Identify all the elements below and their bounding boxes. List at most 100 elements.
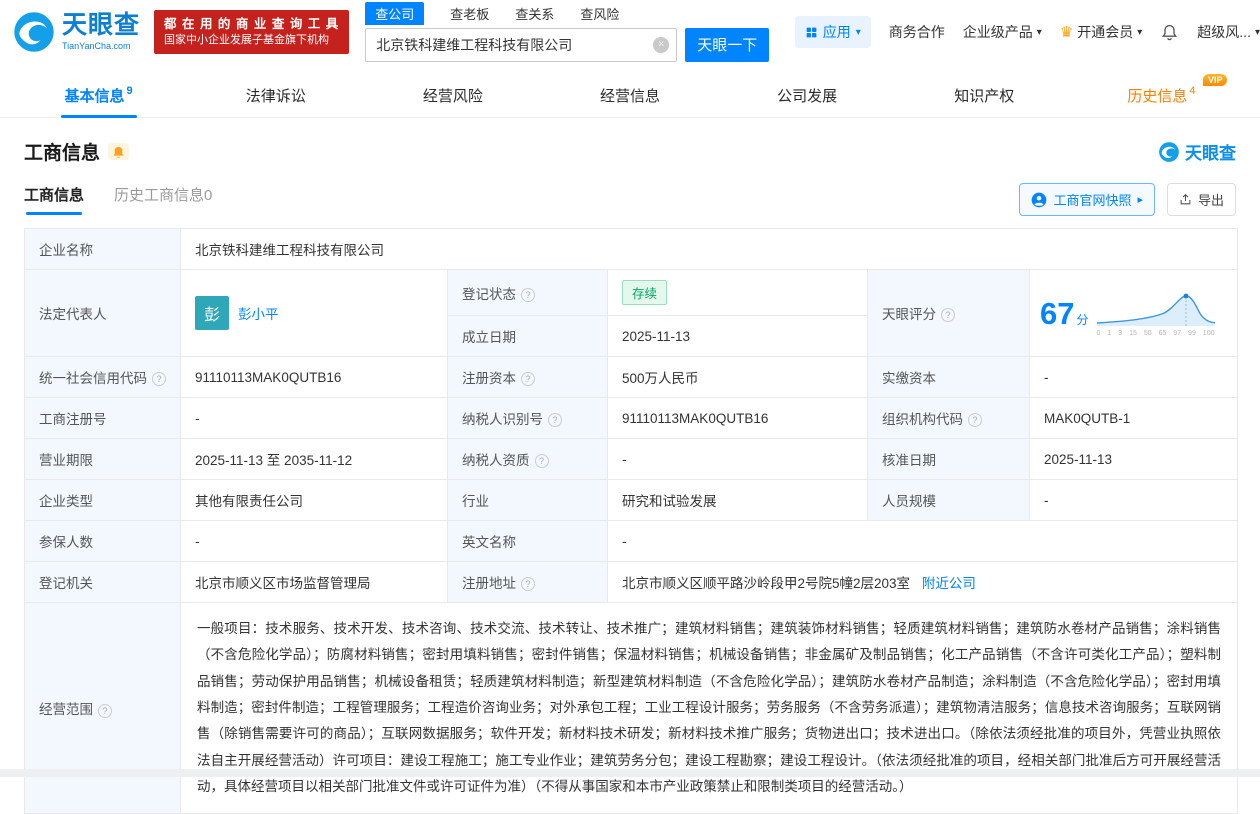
tab-count-badge: 9 <box>126 85 133 97</box>
help-icon[interactable]: ? <box>152 372 166 387</box>
label-score: 天眼评分 <box>882 307 936 322</box>
value-english-name: - <box>622 533 627 549</box>
label-org-code: 组织机构代码 <box>882 412 963 427</box>
notifications-bell-icon[interactable] <box>1160 23 1179 42</box>
search-tabs: 查公司 查老板 查关系 查风险 <box>365 2 769 25</box>
value-business-scope: 一般项目：技术服务、技术开发、技术咨询、技术交流、技术转让、技术推广；建筑材料销… <box>197 621 1222 794</box>
tianyancha-watermark: 天眼查 <box>1158 139 1236 164</box>
label-business-term: 营业期限 <box>39 453 93 468</box>
person-icon <box>1032 192 1047 207</box>
tab-operation-risk[interactable]: 经营风险 <box>364 74 541 117</box>
enterprise-products-link[interactable]: 企业级产品 ▾ <box>963 22 1042 42</box>
tab-intellectual-property[interactable]: 知识产权 <box>896 74 1073 117</box>
table-row: 工商注册号 - 纳税人识别号? 91110113MAK0QUTB16 组织机构代… <box>24 397 1239 439</box>
tab-basic-info[interactable]: 基本信息 9 <box>10 74 187 117</box>
enterprise-products-label: 企业级产品 <box>962 24 1033 40</box>
tianyancha-logo-icon <box>14 12 54 52</box>
status-badge: 存续 <box>622 280 668 305</box>
business-cooperation-link[interactable]: 商务合作 <box>889 22 945 42</box>
tianyancha-logo[interactable]: 天眼查 TianYanCha.com <box>12 10 140 54</box>
help-icon[interactable]: ? <box>941 308 955 323</box>
subtab-business-info[interactable]: 工商信息 <box>24 184 84 215</box>
super-risk-link[interactable]: 超级风... ▾ <box>1197 22 1260 42</box>
business-info-table: 企业名称 北京铁科建维工程科技有限公司 法定代表人 彭 彭小平 登记状态? 存续… <box>24 228 1239 814</box>
help-icon[interactable]: ? <box>521 372 535 387</box>
vip-membership-label: 开通会员 <box>1077 24 1134 40</box>
help-icon[interactable]: ? <box>98 703 112 718</box>
official-snapshot-button[interactable]: 工商官网快照 ▸ <box>1019 183 1155 216</box>
value-business-term: 2025-11-13 至 2035-11-12 <box>195 453 353 468</box>
tab-legal-proceedings[interactable]: 法律诉讼 <box>187 74 364 117</box>
super-risk-label: 超级风... <box>1197 24 1251 40</box>
label-english-name: 英文名称 <box>462 535 516 550</box>
value-establish-date: 2025-11-13 <box>622 328 691 344</box>
tianyan-score: 67 分 0 1 3 15 50 65 97 99 100 <box>1040 290 1227 337</box>
label-insured-count: 参保人数 <box>39 535 93 550</box>
search-button[interactable]: 天眼一下 <box>685 27 770 62</box>
label-reg-capital: 注册资本 <box>462 371 516 386</box>
legal-rep-link[interactable]: 彭小平 <box>238 303 279 323</box>
monitor-bell-icon[interactable] <box>108 143 130 160</box>
label-staff-size: 人员规模 <box>882 494 936 509</box>
score-unit: 分 <box>1076 312 1089 327</box>
section-head: 工商信息 天眼查 <box>0 118 1260 165</box>
tab-label: 经营风险 <box>422 88 483 105</box>
apps-menu[interactable]: 应用 ▾ <box>794 16 871 48</box>
business-cooperation-label: 商务合作 <box>888 24 945 40</box>
label-establish-date: 成立日期 <box>462 330 516 345</box>
tab-company-development[interactable]: 公司发展 <box>719 74 896 117</box>
label-reg-number: 工商注册号 <box>39 412 107 427</box>
value-approval-date: 2025-11-13 <box>1044 451 1113 467</box>
logo-subtext: TianYanCha.com <box>62 41 131 51</box>
company-nav-tabs: 基本信息 9 法律诉讼 经营风险 经营信息 公司发展 知识产权 历史信息 4 VIP <box>0 74 1260 118</box>
export-button-label: 导出 <box>1197 193 1224 208</box>
help-icon[interactable]: ? <box>534 454 549 469</box>
vip-badge: VIP <box>1202 74 1228 86</box>
search-tab-risk[interactable]: 查风险 <box>580 4 619 23</box>
help-icon[interactable]: ? <box>521 577 535 592</box>
table-row: 经营范围? 一般项目：技术服务、技术开发、技术咨询、技术交流、技术转让、技术推广… <box>24 601 1239 814</box>
tab-label: 基本信息 <box>64 88 125 105</box>
value-taxpayer-quality: - <box>622 451 627 467</box>
search-tab-relation[interactable]: 查关系 <box>515 4 554 23</box>
value-taxpayer-id: 91110113MAK0QUTB16 <box>622 410 769 426</box>
chevron-down-icon: ▾ <box>1254 26 1260 38</box>
tab-history-info[interactable]: 历史信息 4 VIP <box>1073 74 1250 117</box>
tab-label: 法律诉讼 <box>245 88 306 105</box>
help-icon[interactable]: ? <box>548 413 562 428</box>
snapshot-button-label: 工商官网快照 <box>1053 193 1132 208</box>
subtab-history-business-info[interactable]: 历史工商信息0 <box>114 184 212 215</box>
export-button[interactable]: 导出 <box>1166 183 1236 216</box>
clear-icon[interactable]: × <box>653 36 670 53</box>
value-industry: 研究和试验发展 <box>622 494 717 509</box>
value-org-code: MAK0QUTB-1 <box>1044 410 1131 426</box>
label-reg-status: 登记状态 <box>462 286 516 302</box>
slogan-line-2: 国家中小企业发展子基金旗下机构 <box>164 34 330 47</box>
tab-operation-info[interactable]: 经营信息 <box>541 74 718 117</box>
tianyancha-watermark-icon <box>1159 141 1179 162</box>
tab-label: 经营信息 <box>599 88 660 105</box>
export-icon <box>1180 193 1191 205</box>
tab-label: 历史信息 <box>1127 88 1188 105</box>
label-reg-authority: 登记机关 <box>39 576 93 591</box>
label-company-type: 企业类型 <box>39 494 93 509</box>
watermark-text: 天眼查 <box>1185 144 1236 163</box>
label-paid-capital: 实缴资本 <box>882 371 936 386</box>
search-tab-company[interactable]: 查公司 <box>365 2 425 25</box>
nearby-companies-link[interactable]: 附近公司 <box>922 576 976 591</box>
table-row: 企业名称 北京铁科建维工程科技有限公司 <box>24 228 1239 270</box>
table-row: 登记机关 北京市顺义区市场监督管理局 注册地址? 北京市顺义区顺平路沙岭段甲2号… <box>24 561 1239 603</box>
label-reg-address: 注册地址 <box>462 576 516 591</box>
value-credit-code: 91110113MAK0QUTB16 <box>195 369 342 385</box>
table-row: 统一社会信用代码? 91110113MAK0QUTB16 注册资本? 500万人… <box>24 356 1239 398</box>
legal-rep-avatar[interactable]: 彭 <box>195 296 229 330</box>
help-icon[interactable]: ? <box>521 287 535 302</box>
value-company-type: 其他有限责任公司 <box>195 494 303 509</box>
search-tab-boss[interactable]: 查老板 <box>450 4 489 23</box>
help-icon[interactable]: ? <box>968 413 982 428</box>
vip-membership-link[interactable]: ♛ 开通会员 ▾ <box>1060 22 1142 42</box>
search-input[interactable] <box>376 36 649 53</box>
table-row: 法定代表人 彭 彭小平 登记状态? 存续 天眼评分? 67 分 0 1 3 15… <box>24 269 1239 357</box>
apps-menu-label: 应用 <box>822 24 851 40</box>
value-paid-capital: - <box>1044 369 1049 385</box>
